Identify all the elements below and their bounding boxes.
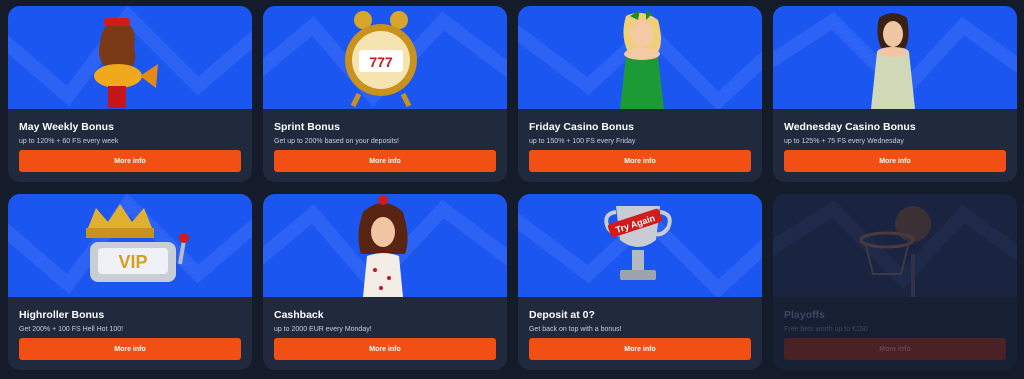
promotions-grid: May Weekly Bonus up to 120% + 60 FS ever… bbox=[8, 6, 1017, 370]
promo-title: Deposit at 0? bbox=[529, 309, 595, 321]
promo-card-wednesday-casino-bonus[interactable]: Wednesday Casino Bonus up to 125% + 75 F… bbox=[773, 6, 1017, 182]
blonde-woman-green-dress-icon bbox=[620, 10, 664, 109]
try-again-trophy-icon: Try Again bbox=[604, 206, 672, 280]
promo-description: Free bets worth up to €150 bbox=[784, 326, 868, 333]
promo-title: May Weekly Bonus bbox=[19, 121, 114, 133]
promo-card-deposit-at-zero[interactable]: Try Again Deposit at 0? Get back on top … bbox=[518, 194, 762, 370]
promo-title: Sprint Bonus bbox=[274, 121, 340, 133]
promo-banner bbox=[773, 6, 1017, 109]
promo-card-may-weekly-bonus[interactable]: May Weekly Bonus up to 120% + 60 FS ever… bbox=[8, 6, 252, 182]
more-info-button[interactable]: More info bbox=[19, 338, 241, 360]
promo-banner bbox=[263, 194, 507, 297]
promo-card-cashback[interactable]: Cashback up to 2000 EUR every Monday! Mo… bbox=[263, 194, 507, 370]
promo-card-highroller-bonus[interactable]: VIP Highroller Bonus Get 200% + 100 FS H… bbox=[8, 194, 252, 370]
promo-description: up to 2000 EUR every Monday! bbox=[274, 326, 372, 333]
more-info-button[interactable]: More info bbox=[529, 338, 751, 360]
promo-banner: VIP bbox=[8, 194, 252, 297]
promo-description: up to 120% + 60 FS every week bbox=[19, 138, 119, 145]
promo-card-sprint-bonus[interactable]: 777 Sprint Bonus Get up to 200% based on… bbox=[263, 6, 507, 182]
svg-text:VIP: VIP bbox=[118, 252, 147, 272]
promo-title: Wednesday Casino Bonus bbox=[784, 121, 916, 133]
promo-title: Playoffs bbox=[784, 309, 825, 321]
promo-card-playoffs: Playoffs Free bets worth up to €150 More… bbox=[773, 194, 1017, 370]
promo-banner bbox=[518, 6, 762, 109]
vip-crown-slot-icon: VIP bbox=[86, 204, 189, 282]
promo-banner bbox=[8, 6, 252, 109]
woman-silver-dress-icon bbox=[871, 13, 915, 109]
promo-title: Friday Casino Bonus bbox=[529, 121, 635, 133]
more-info-button: More info bbox=[784, 338, 1006, 360]
promo-description: Get back on top with a bonus! bbox=[529, 326, 622, 333]
more-info-button[interactable]: More info bbox=[784, 150, 1006, 172]
more-info-button[interactable]: More info bbox=[274, 338, 496, 360]
promo-description: up to 125% + 75 FS every Wednesday bbox=[784, 138, 904, 145]
promo-description: up to 150% + 100 FS every Friday bbox=[529, 138, 636, 145]
mermaid-woman-with-golden-fish-icon bbox=[94, 18, 158, 108]
promo-description: Get up to 200% based on your deposits! bbox=[274, 138, 399, 145]
more-info-button[interactable]: More info bbox=[19, 150, 241, 172]
promo-banner: Try Again bbox=[518, 194, 762, 297]
alarm-clock-slot-777-icon: 777 bbox=[345, 11, 417, 108]
pinup-woman-icon bbox=[358, 195, 408, 297]
more-info-button[interactable]: More info bbox=[274, 150, 496, 172]
promo-card-friday-casino-bonus[interactable]: Friday Casino Bonus up to 150% + 100 FS … bbox=[518, 6, 762, 182]
more-info-button[interactable]: More info bbox=[529, 150, 751, 172]
promo-title: Highroller Bonus bbox=[19, 309, 105, 321]
basketball-hoop-icon bbox=[859, 206, 931, 297]
promo-description: Get 200% + 100 FS Hell Hot 100! bbox=[19, 326, 124, 333]
promo-banner: 777 bbox=[263, 6, 507, 109]
svg-text:777: 777 bbox=[369, 54, 393, 70]
promo-banner bbox=[773, 194, 1017, 297]
promo-title: Cashback bbox=[274, 309, 324, 321]
